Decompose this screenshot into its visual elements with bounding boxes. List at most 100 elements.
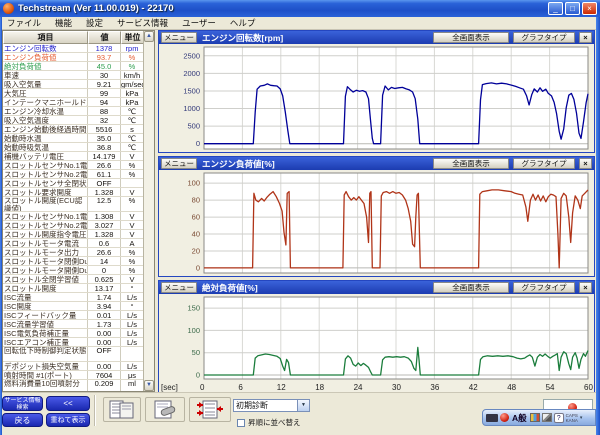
menu-item-1[interactable]: 機能 <box>48 17 79 30</box>
chart-menu-button[interactable]: メニュー <box>161 282 197 293</box>
table-row[interactable]: 大気圧99kPa <box>3 89 144 98</box>
menu-item-0[interactable]: ファイル <box>0 17 48 30</box>
table-row[interactable]: ISCフィードバック量0.01L/s <box>3 311 144 320</box>
table-row[interactable]: 始動時水温35.0℃ <box>3 134 144 143</box>
graph-type-button[interactable]: グラフタイプ <box>513 282 575 293</box>
table-row[interactable]: エンジン始動後経過時間5516s <box>3 125 144 134</box>
minimize-button[interactable]: _ <box>548 2 563 15</box>
fullscreen-button[interactable]: 全画面表示 <box>433 158 509 169</box>
chart-title: エンジン回転数[rpm] <box>202 32 429 44</box>
overlay-display-button[interactable]: 重ねて表示 <box>46 413 90 427</box>
table-row[interactable]: 回転低下時制御判定状態OFF <box>3 347 144 362</box>
row-value: 9.21 <box>88 80 121 88</box>
table-row[interactable]: スロットル開度13.17° <box>3 284 144 293</box>
graph-type-button[interactable]: グラフタイプ <box>513 32 575 43</box>
close-button[interactable]: × <box>582 2 597 15</box>
ime-chevron-icon[interactable]: ▾ <box>580 415 583 421</box>
table-row[interactable]: 噴射時間 #1(ポート)7604μs <box>3 371 144 380</box>
service-info-search-button[interactable]: サービス情報検索 <box>2 396 43 411</box>
chart-header: メニュー 絶対負荷値[%] 全画面表示 グラフタイプ × <box>159 281 594 294</box>
column-header-item[interactable]: 項目 <box>3 31 88 44</box>
ime-tools-icon[interactable] <box>542 413 552 422</box>
x-tick-label: 0 <box>200 383 204 392</box>
table-row[interactable]: スロットルセンサNo.2電圧比61.1% <box>3 170 144 179</box>
back-button[interactable]: 戻る <box>2 413 43 427</box>
table-row[interactable]: スロットルセンサNo.1電圧1.308V <box>3 212 144 221</box>
keyboard-icon[interactable] <box>486 414 498 422</box>
table-row[interactable]: スロットルセンサNo.1電圧比26.6% <box>3 161 144 170</box>
svg-text:50: 50 <box>192 348 200 357</box>
table-row[interactable]: エンジン冷却水温88℃ <box>3 107 144 116</box>
maximize-button[interactable]: □ <box>565 2 580 15</box>
chevron-down-icon[interactable]: ▼ <box>297 400 309 411</box>
table-row[interactable]: スロットルモータ開側Duty比0% <box>3 266 144 275</box>
table-row[interactable]: スロットルモータ電流0.6A <box>3 239 144 248</box>
menu-item-3[interactable]: サービス情報 <box>110 17 175 30</box>
table-row[interactable]: インテークマニホールド圧94kPa <box>3 98 144 107</box>
chart-close-button[interactable]: × <box>579 282 592 293</box>
svg-text:1000: 1000 <box>183 104 200 113</box>
chart-header: メニュー エンジン負荷値[%] 全画面表示 グラフタイプ × <box>159 157 594 170</box>
menu-item-5[interactable]: ヘルプ <box>223 17 263 30</box>
snapshot-button[interactable] <box>145 397 185 422</box>
table-row[interactable]: エンジン回転数1378rpm <box>3 44 144 53</box>
table-row[interactable]: スロットルモータ閉側Duty比14% <box>3 257 144 266</box>
ime-status-icon[interactable] <box>500 413 509 422</box>
table-row[interactable]: 補機バッテリ電圧14.179V <box>3 152 144 161</box>
table-row[interactable]: スロットル開度(ECU認識値)12.5% <box>3 197 144 212</box>
table-body: エンジン回転数1378rpmエンジン負荷値93.7%絶対負荷値45.0%車速30… <box>3 44 144 391</box>
row-unit: V <box>121 275 143 283</box>
table-row[interactable]: スロットルセンサ全閉状態OFF <box>3 179 144 188</box>
row-unit: V <box>121 188 143 196</box>
table-row[interactable]: 吸入空気量9.21gm/sec <box>3 80 144 89</box>
diagnosis-mode-select[interactable]: 初期診断 ▼ <box>233 399 310 412</box>
checkbox-box[interactable] <box>237 419 245 427</box>
table-row[interactable]: ISC開度3.94° <box>3 302 144 311</box>
table-row[interactable]: スロットルセンサNo.2電圧3.027V <box>3 221 144 230</box>
previous-button[interactable]: << <box>46 396 90 411</box>
ime-mode-label[interactable]: A般 <box>512 412 527 424</box>
row-label: スロットル開度 <box>3 284 88 292</box>
table-row[interactable]: 車速30km/h <box>3 71 144 80</box>
table-row[interactable]: ISC電気負荷補正量0.00L/s <box>3 329 144 338</box>
menu-item-4[interactable]: ユーザー <box>175 17 223 30</box>
row-value: 93.7 <box>88 53 121 61</box>
column-header-unit[interactable]: 単位 <box>121 31 144 44</box>
graph-type-button[interactable]: グラフタイプ <box>513 158 575 169</box>
table-row[interactable]: 始動時吸気温36.8℃ <box>3 143 144 152</box>
table-row[interactable]: ISC流量1.74L/s <box>3 293 144 302</box>
help-icon[interactable]: ? <box>554 413 564 423</box>
table-row[interactable]: スロットル要求開度1.328V <box>3 188 144 197</box>
table-row[interactable]: ISC流量学習値1.73L/s <box>3 320 144 329</box>
table-row[interactable]: 絶対負荷値45.0% <box>3 62 144 71</box>
scroll-down-icon[interactable]: ▼ <box>144 380 154 391</box>
x-tick-label: 48 <box>507 383 516 392</box>
table-row[interactable]: スロットルモータ出力26.6% <box>3 248 144 257</box>
menu-item-2[interactable]: 設定 <box>79 17 110 30</box>
table-scrollbar[interactable]: ▲ ▼ <box>143 31 154 391</box>
scroll-up-icon[interactable]: ▲ <box>144 31 154 42</box>
row-value: 26.6 <box>88 161 121 169</box>
chart-close-button[interactable]: × <box>579 158 592 169</box>
table-row[interactable]: スロットル開度指令電圧1.328V <box>3 230 144 239</box>
chart-menu-button[interactable]: メニュー <box>161 158 197 169</box>
fullscreen-button[interactable]: 全画面表示 <box>433 32 509 43</box>
row-value: 30 <box>88 71 121 79</box>
table-row[interactable]: ISCエアコン補正量0.00L/s <box>3 338 144 347</box>
ime-caps-kana: CAPS KANA <box>566 413 578 423</box>
table-row[interactable]: 燃料消費量10回噴射分0.209ml <box>3 380 144 391</box>
table-row[interactable]: エンジン負荷値93.7% <box>3 53 144 62</box>
sort-ascending-checkbox[interactable]: 昇順に並べ替え <box>237 417 301 428</box>
table-row[interactable]: 吸入空気温度32℃ <box>3 116 144 125</box>
chart-close-button[interactable]: × <box>579 32 592 43</box>
table-row[interactable]: スロットル全閉学習値0.625V <box>3 275 144 284</box>
ime-palette-icon[interactable] <box>530 413 540 422</box>
chart-menu-button[interactable]: メニュー <box>161 32 197 43</box>
sort-compare-button[interactable] <box>189 397 231 422</box>
footer-divider <box>94 395 96 426</box>
column-header-value[interactable]: 値 <box>88 31 121 44</box>
live-data-table: 項目 値 単位 エンジン回転数1378rpmエンジン負荷値93.7%絶対負荷値4… <box>2 30 155 392</box>
table-row[interactable]: デポジット損失空気量0.00L/s <box>3 362 144 371</box>
data-list-button[interactable] <box>103 397 141 422</box>
fullscreen-button[interactable]: 全画面表示 <box>433 282 509 293</box>
